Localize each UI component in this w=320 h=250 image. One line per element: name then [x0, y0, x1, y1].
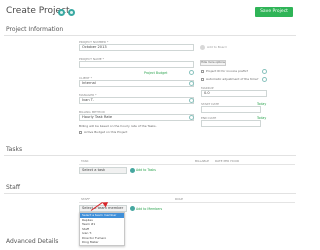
add-to-members-link[interactable]: Add to Members [136, 207, 162, 211]
divider [4, 193, 296, 194]
col-role: ROLE [175, 197, 184, 201]
col-billable: BILLABLE [195, 159, 210, 163]
staff-table-header: STAFF ROLE [79, 196, 295, 203]
info-icon[interactable] [262, 77, 267, 82]
client-select[interactable]: Internal [79, 80, 194, 87]
staff-dropdown-menu: Select a team member Replies Team #1 Sta… [79, 212, 125, 246]
end-date-input[interactable] [201, 120, 261, 127]
col-task: TASK [81, 159, 89, 163]
edit-icon[interactable] [58, 9, 65, 16]
active-budget-label: Active Budget on this Project [84, 130, 128, 134]
project-ids-checkbox[interactable] [201, 70, 204, 73]
start-today-link[interactable]: Today [257, 102, 266, 106]
active-budget-checkbox[interactable] [79, 131, 82, 134]
info-icon[interactable] [189, 98, 194, 103]
info-icon[interactable] [262, 69, 267, 74]
col-rate: RATE PER HOUR [215, 159, 240, 163]
info-icon[interactable] [189, 70, 194, 75]
project-name-input[interactable] [79, 61, 194, 68]
manager-select[interactable]: Ivan T. [79, 97, 194, 104]
add-task-icon[interactable] [130, 168, 135, 173]
markup-input[interactable]: 0.0 [201, 90, 267, 97]
section-staff: Staff [6, 184, 20, 191]
section-project-information: Project Information [6, 26, 64, 33]
project-ids-label: Project ID for invoice prefix? [206, 69, 249, 73]
project-budget-link[interactable]: Project Budget [144, 71, 167, 75]
section-tasks: Tasks [6, 146, 23, 153]
copy-icon[interactable] [68, 9, 75, 16]
start-date-input[interactable] [201, 106, 261, 113]
auto-adjust-label: Automatic adjustment of the time? [206, 77, 259, 81]
add-to-tasks-link[interactable]: Add to Tasks [136, 168, 156, 172]
tasks-table-header: TASK BILLABLE RATE PER HOUR [79, 158, 295, 165]
add-member-icon[interactable] [130, 206, 135, 211]
task-select[interactable]: Select a task [79, 167, 127, 174]
staff-select[interactable]: Select a team member [79, 205, 127, 212]
project-number-input[interactable]: October 2013 [79, 44, 194, 51]
add-to-board-link[interactable]: Add to Board [207, 45, 227, 49]
end-today-link[interactable]: Today [257, 116, 266, 120]
info-icon[interactable] [189, 115, 194, 120]
add-icon[interactable] [200, 45, 205, 50]
billing-method-select[interactable]: Hourly Task Rate [79, 114, 194, 121]
save-project-button[interactable]: Save Project [255, 7, 293, 17]
divider [4, 155, 296, 156]
hide-options-button[interactable]: Hide more options [200, 60, 226, 66]
section-advanced-details: Advanced Details [6, 238, 59, 245]
col-staff: STAFF [81, 197, 91, 201]
dropdown-option[interactable]: Ding Meter [80, 240, 124, 245]
info-icon[interactable] [189, 81, 194, 86]
auto-adjust-checkbox[interactable] [201, 78, 204, 81]
billing-note: Billing will be based on the hourly rate… [79, 124, 157, 128]
divider [4, 35, 296, 36]
